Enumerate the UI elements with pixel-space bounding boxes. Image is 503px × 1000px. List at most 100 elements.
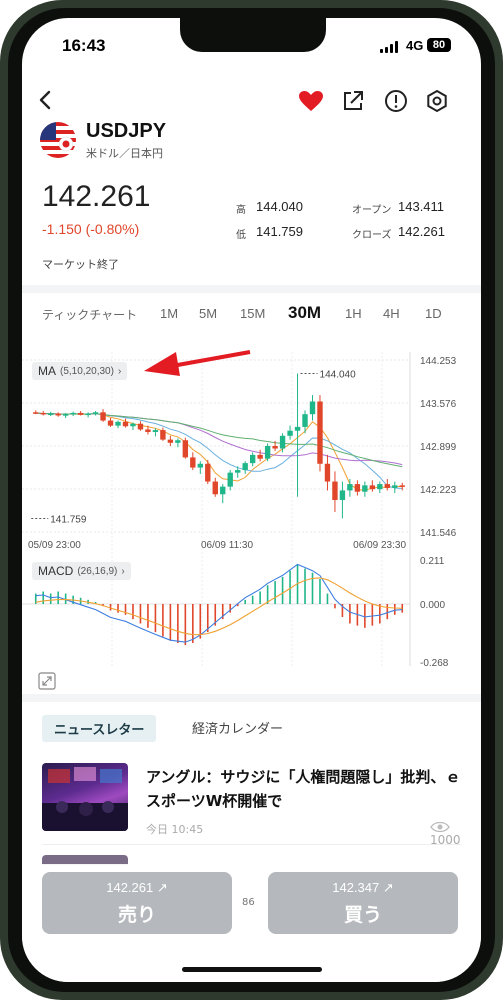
price-tick-label: 143.576	[420, 399, 457, 410]
section-divider	[22, 694, 481, 702]
candle-body	[100, 412, 106, 421]
tab-1d[interactable]: 1D	[425, 306, 442, 321]
buy-price: 142.347	[332, 880, 380, 895]
stat-label-high: 高	[236, 205, 246, 216]
candle-body	[182, 440, 189, 458]
alert-icon[interactable]	[384, 89, 408, 113]
news-views: 1000	[430, 819, 462, 847]
stat-value-open: 143.411	[398, 199, 445, 214]
news-date: 今日 10:45	[146, 823, 204, 836]
candle-body	[160, 430, 166, 440]
buy-button[interactable]: 142.347 ↗ 買う	[268, 872, 458, 934]
candle-body	[287, 430, 293, 436]
candle-body	[55, 413, 61, 416]
candle-body	[399, 485, 405, 487]
macd-legend[interactable]: MACD (26,16,9) ›	[32, 562, 131, 580]
candle-body	[235, 470, 241, 473]
trade-bar: 142.261 ↗ 売り 86 142.347 ↗ 買う	[22, 864, 481, 982]
signal-icon	[380, 41, 398, 53]
candle-body	[377, 484, 383, 490]
stat-value-low: 141.759	[256, 224, 303, 239]
us-flag-icon	[40, 122, 76, 158]
candle-body	[294, 426, 301, 431]
candle-body	[369, 485, 376, 490]
price-tick-label: 144.253	[420, 356, 457, 367]
news-item[interactable]: アングル：サウジに「人権問題隠し」批判、ｅスポーツW杯開催で 今日 10:45 …	[42, 763, 462, 847]
current-price: 142.261	[42, 180, 151, 213]
screen: 16:43 4G 80 USDJPY 米ドル／日本円 142.261 -1.15…	[22, 18, 481, 982]
macd-params: (26,16,9)	[77, 565, 118, 577]
sell-price: 142.261	[106, 880, 154, 895]
eye-icon	[430, 821, 450, 832]
expand-icon[interactable]	[38, 672, 56, 690]
symbol-title: USDJPY	[86, 120, 167, 142]
section-divider	[22, 285, 481, 293]
candle-body	[220, 486, 226, 495]
sell-button[interactable]: 142.261 ↗ 売り	[42, 872, 232, 934]
candle-body	[309, 401, 316, 415]
low-marker-label: 141.759	[50, 514, 87, 525]
candle-body	[85, 413, 91, 416]
candle-body	[122, 421, 129, 427]
stat-label-open: オープン	[352, 205, 392, 216]
ma-label: MA	[38, 364, 56, 378]
candle-body	[130, 423, 136, 427]
candle-body	[384, 484, 390, 488]
network-label: 4G	[406, 38, 424, 53]
tab-15m[interactable]: 15M	[240, 306, 265, 321]
tab-1h[interactable]: 1H	[345, 306, 362, 321]
candle-body	[137, 423, 144, 430]
tab-newsletter[interactable]: ニュースレター	[42, 715, 157, 742]
candle-body	[197, 463, 203, 468]
candle-body	[175, 440, 181, 443]
candle-body	[92, 412, 99, 414]
candle-body	[302, 414, 308, 427]
trend-arrow-icon: ↗	[156, 880, 168, 895]
stat-value-close: 142.261	[398, 224, 445, 239]
market-status: マーケット終了	[42, 258, 119, 271]
candle-body	[212, 481, 218, 495]
sell-label: 売り	[117, 905, 156, 926]
annotation-arrow-icon	[144, 350, 251, 376]
tab-30m[interactable]: 30M	[288, 303, 321, 323]
candle-body	[48, 413, 54, 416]
candle-body	[264, 445, 271, 459]
candle-body	[77, 412, 84, 415]
symbol-subtitle: 米ドル／日本円	[86, 147, 163, 160]
candle-body	[272, 445, 278, 449]
news-title[interactable]: アングル：サウジに「人権問題隠し」批判、ｅスポーツW杯開催で	[146, 765, 466, 813]
time-axis-label: 06/09 11:30	[201, 540, 254, 551]
high-marker-label: 144.040	[320, 370, 357, 381]
news-thumbnail	[42, 763, 128, 831]
tab-1m[interactable]: 1M	[160, 306, 178, 321]
phone-frame: 16:43 4G 80 USDJPY 米ドル／日本円 142.261 -1.15…	[0, 0, 503, 1000]
stat-label-low: 低	[236, 230, 246, 241]
macd-label: MACD	[38, 564, 74, 578]
back-icon[interactable]	[38, 90, 52, 110]
candle-body	[324, 463, 331, 482]
candle-body	[249, 454, 256, 464]
tab-4h[interactable]: 4H	[383, 306, 400, 321]
ma-legend[interactable]: MA (5,10,20,30) ›	[32, 362, 128, 380]
timeframe-tabs: ティックチャート 1M 5M 15M 30M 1H 4H 1D	[22, 303, 481, 328]
status-time: 16:43	[62, 36, 106, 55]
candle-body	[392, 485, 398, 488]
candle-body	[145, 429, 151, 432]
chevron-right-icon: ›	[121, 565, 125, 577]
sell-price-line: 142.261 ↗	[42, 880, 232, 896]
tab-economic-calendar[interactable]: 経済カレンダー	[192, 718, 283, 737]
candle-body	[279, 435, 286, 449]
candle-body	[115, 421, 121, 426]
candle-body	[205, 463, 211, 482]
tab-tick-chart[interactable]: ティックチャート	[42, 306, 137, 323]
chevron-right-icon: ›	[117, 365, 122, 377]
ma-line	[35, 412, 403, 466]
settings-icon[interactable]	[425, 89, 449, 113]
heart-icon[interactable]	[298, 90, 324, 112]
tab-5m[interactable]: 5M	[199, 306, 217, 321]
macd-tick-label: 0.211	[420, 556, 445, 567]
candle-body	[33, 412, 39, 414]
price-chart[interactable]: 144.253 143.576 142.899 142.223 141.546 05/09…	[22, 336, 481, 696]
candle-body	[242, 463, 248, 471]
share-icon[interactable]	[342, 90, 364, 112]
